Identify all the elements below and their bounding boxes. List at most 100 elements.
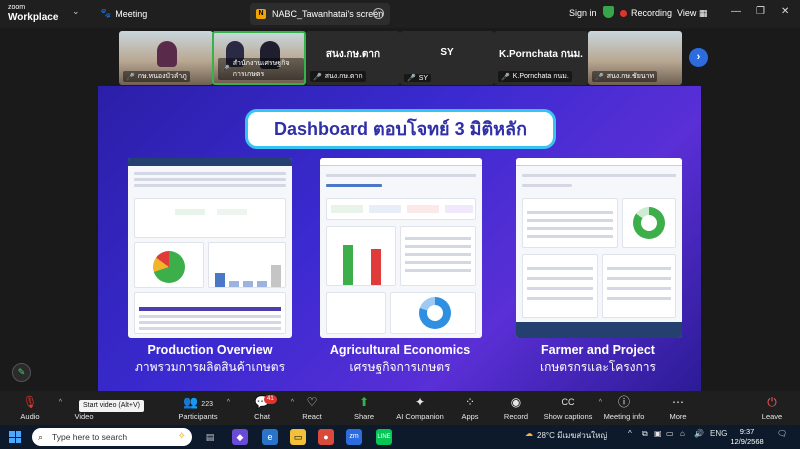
leave-label: Leave (761, 412, 783, 421)
windows-start-icon[interactable] (9, 431, 21, 443)
participant-strip: 🎤 กษ.หนองบัวลำภู 🎤 สำนักงานเศรษฐกิจการเกษต… (0, 28, 800, 88)
paw-icon: 🐾 (100, 8, 112, 18)
chevron-up-icon[interactable]: ^ (227, 399, 230, 406)
list-row (527, 267, 593, 270)
info-icon: ⓘ (617, 395, 630, 409)
apps-label: Apps (461, 412, 479, 421)
record-button[interactable]: ◉ Record (490, 395, 542, 421)
chevron-right-icon: › (696, 51, 701, 63)
share-button[interactable]: ⬆ Share (338, 395, 390, 421)
participant-tile[interactable]: 🎤 สนง.กษ.ชัยนาท (588, 31, 682, 85)
participant-name-tag: 🎤 สำนักงานเศรษฐกิจการเกษตร (218, 58, 304, 80)
taskbar-search-box[interactable]: ⌕ Type here to search ✧ (32, 428, 192, 446)
meeting-menu[interactable]: 🐾 Meeting (100, 8, 147, 19)
bar (229, 281, 239, 287)
shield-check-icon[interactable] (603, 6, 614, 18)
battery-icon[interactable]: ▭ (666, 429, 674, 438)
system-clock[interactable]: 9:37 12/9/2568 (727, 427, 767, 447)
title-bar: zoom Workplace ⌄ 🐾 Meeting N NABC_Tawanh… (0, 0, 800, 28)
record-dot-icon (620, 9, 627, 17)
participant-tile[interactable]: SY 🎤 SY (400, 31, 494, 85)
react-button[interactable]: ♡ React (286, 395, 338, 421)
audio-button[interactable]: 🎙 Audio ^ (4, 395, 62, 421)
task-view-icon[interactable]: ▤ (202, 429, 218, 445)
captions-button[interactable]: CC Show captions ^ (540, 395, 602, 421)
more-icon: ⋯ (672, 395, 684, 409)
video-label: Video (74, 412, 94, 421)
caption-farmer: Farmer and Project เกษตรกรและโครงการ (498, 342, 698, 376)
pie-panel (134, 242, 204, 288)
show-hidden-icons[interactable]: ^ (628, 429, 632, 438)
apps-icon: ⁘ (464, 395, 476, 409)
leave-button[interactable]: ⏻ Leave (746, 395, 798, 421)
restore-icon[interactable]: ❐ (756, 6, 765, 17)
language-indicator[interactable]: ENG (710, 429, 727, 438)
more-button[interactable]: ⋯ More (652, 395, 704, 421)
camera-icon[interactable]: ▣ (654, 429, 662, 438)
participant-avatar (157, 41, 177, 67)
weather-icon[interactable]: ☁ (525, 429, 533, 438)
file-explorer-icon[interactable]: ▭ (290, 429, 306, 445)
edge-icon[interactable]: e (262, 429, 278, 445)
dashboard-panel (134, 198, 286, 238)
share-label: Share (353, 412, 374, 421)
dashboard-header (320, 158, 482, 166)
minimize-icon[interactable]: — (731, 6, 741, 17)
network-icon[interactable]: ⌂ (680, 429, 685, 438)
list-row (527, 219, 613, 222)
sign-in-link[interactable]: Sign in (569, 8, 597, 18)
list-row (527, 297, 593, 300)
chevron-down-icon[interactable]: ⌄ (72, 6, 80, 17)
line-app-icon[interactable]: LINE (376, 429, 392, 445)
dashboard-row (522, 184, 572, 187)
chrome-icon[interactable]: ● (318, 429, 334, 445)
apps-button[interactable]: ⁘ Apps (444, 395, 496, 421)
close-icon[interactable]: ✕ (781, 6, 789, 17)
participant-tile[interactable]: สนง.กษ.ตาก 🎤 สนง.กษ.ตาก (306, 31, 400, 85)
recording-indicator[interactable]: Recording (620, 8, 672, 18)
participant-tile-active-speaker[interactable]: 🎤 สำนักงานเศรษฐกิจการเกษตร (212, 31, 306, 85)
next-participants-button[interactable]: › (689, 48, 708, 67)
copilot-icon[interactable]: ◆ (232, 429, 248, 445)
list-row (527, 235, 613, 238)
participant-name: K.Pornchata กนม. (512, 73, 569, 80)
list-row (405, 261, 471, 264)
screen-share-tab[interactable]: N NABC_Tawanhatai's screen ⋯ (250, 3, 390, 25)
zoom-workplace-logo: zoom Workplace (8, 3, 58, 23)
list-row (527, 211, 613, 214)
view-label: View (677, 8, 697, 18)
record-label: Record (503, 412, 529, 421)
list-row (405, 245, 471, 248)
dashboard-row (522, 174, 676, 177)
meeting-info-button[interactable]: ⓘ Meeting info (598, 395, 650, 421)
participant-name-tag: 🎤 สนง.กษ.ตาก (310, 71, 366, 82)
chat-button[interactable]: 💬 41 Chat ^ (236, 395, 294, 421)
participant-tile[interactable]: 🎤 กษ.หนองบัวลำภู (119, 31, 213, 85)
list-panel (602, 254, 676, 318)
shared-screen-slide: Dashboard ตอบโจทย์ 3 มิติหลัก Production… (98, 86, 701, 391)
list-row (405, 237, 471, 240)
bar-panel (208, 242, 286, 288)
mic-muted-icon: 🎤 (407, 75, 416, 82)
edit-annotate-button[interactable]: ✎ (12, 363, 31, 382)
list-row (527, 227, 613, 230)
list-row (527, 277, 593, 280)
participants-button[interactable]: 👥 223 Participants ^ (172, 395, 230, 421)
participant-big-name: สนง.กษ.ตาก (325, 49, 381, 60)
meeting-info-label: Meeting info (603, 412, 645, 421)
more-options-icon[interactable]: ⋯ (373, 8, 384, 19)
kpi-panel (326, 292, 386, 334)
volume-icon[interactable]: 🔊 (694, 429, 704, 438)
record-icon: ◉ (510, 395, 522, 409)
list-panel (522, 198, 618, 248)
weather-label[interactable]: 28°C มีเมฆส่วนใหญ่ (537, 429, 607, 442)
caption-en: Production Overview (147, 343, 273, 357)
zoom-app-icon[interactable]: zm (346, 429, 362, 445)
ai-companion-button[interactable]: ✦ AI Companion (392, 395, 448, 421)
view-menu[interactable]: View ▦ (677, 8, 707, 19)
participant-tile[interactable]: K.Pornchata กนม. 🎤 K.Pornchata กนม. (494, 31, 588, 85)
participant-name: สนง.กษ.ตาก (324, 73, 363, 80)
participants-label: Participants (178, 412, 218, 421)
tray-app-icon[interactable]: ⧉ (642, 429, 648, 439)
notifications-icon[interactable]: 🗨 (777, 429, 787, 438)
